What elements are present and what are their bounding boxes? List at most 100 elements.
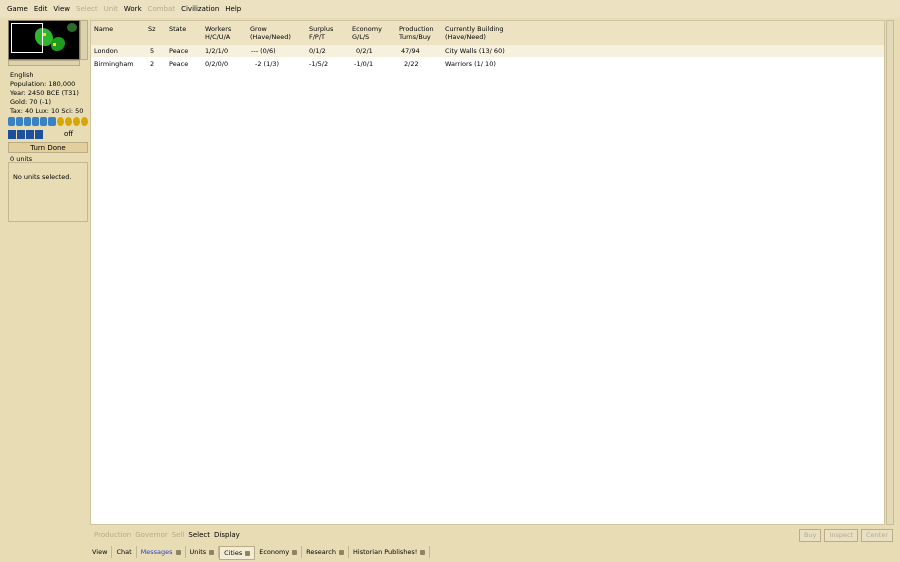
menu-help[interactable]: Help bbox=[222, 5, 244, 13]
cell-economy: 0/2/1 bbox=[356, 47, 373, 55]
governor-button[interactable]: Governor bbox=[135, 531, 168, 539]
menu-civilization[interactable]: Civilization bbox=[178, 5, 222, 13]
menu-select[interactable]: Select bbox=[73, 5, 101, 13]
population-label: Population: 180,000 bbox=[10, 80, 76, 88]
lux-rate-icon[interactable] bbox=[72, 117, 80, 126]
close-tab-icon[interactable] bbox=[175, 549, 181, 555]
column-header-economy[interactable]: Economy G/L/S bbox=[352, 25, 382, 41]
cell-economy: -1/0/1 bbox=[354, 60, 374, 68]
lux-rate-icon[interactable] bbox=[56, 117, 64, 126]
cell-state: Peace bbox=[169, 47, 189, 55]
cell-building: City Walls (13/ 60) bbox=[445, 47, 505, 55]
cell-state: Peace bbox=[169, 60, 189, 68]
table-header: Name Sz State Workers H/C/U/A Grow (Have/N… bbox=[91, 21, 884, 45]
gold-label: Gold: 70 (-1) bbox=[10, 98, 52, 106]
lux-rate-icon[interactable] bbox=[80, 117, 88, 126]
table-row[interactable]: London 5 Peace 1/2/1/0 --- (0/6) 0/1/2 0… bbox=[91, 45, 884, 57]
research-icon[interactable] bbox=[8, 117, 16, 126]
close-tab-icon[interactable] bbox=[245, 550, 251, 556]
minimap-panel bbox=[8, 20, 88, 66]
cell-grow: --- (0/6) bbox=[251, 47, 276, 55]
menu-view[interactable]: View bbox=[50, 5, 73, 13]
tab-messages[interactable]: Messages bbox=[137, 546, 186, 558]
warming-icon bbox=[17, 129, 25, 139]
timeout-label: off bbox=[64, 130, 74, 138]
column-header-size[interactable]: Sz bbox=[148, 25, 156, 33]
inspect-button[interactable]: Inspect bbox=[824, 529, 859, 542]
cell-building: Warriors (1/ 10) bbox=[445, 60, 496, 68]
tab-units[interactable]: Units bbox=[186, 546, 220, 558]
units-panel: No units selected. bbox=[8, 162, 88, 222]
turn-done-button[interactable]: Turn Done bbox=[8, 142, 88, 153]
nation-label: English bbox=[10, 71, 34, 79]
table-vertical-scrollbar[interactable] bbox=[886, 20, 894, 525]
indicator-icons bbox=[8, 117, 88, 127]
tab-cities[interactable]: Cities bbox=[219, 546, 256, 560]
science-rate-icon[interactable] bbox=[48, 117, 56, 126]
production-button[interactable]: Production bbox=[94, 531, 131, 539]
bottom-tab-bar: View Chat Messages Units Cities Economy … bbox=[88, 546, 431, 560]
center-button[interactable]: Center bbox=[861, 529, 893, 542]
column-header-workers[interactable]: Workers H/C/U/A bbox=[205, 25, 231, 41]
menu-unit[interactable]: Unit bbox=[101, 5, 121, 13]
menu-combat[interactable]: Combat bbox=[145, 5, 178, 13]
column-header-state[interactable]: State bbox=[169, 25, 186, 33]
menu-game[interactable]: Game bbox=[4, 5, 31, 13]
cell-surplus: -1/5/2 bbox=[309, 60, 329, 68]
minimap[interactable] bbox=[8, 20, 80, 60]
select-button[interactable]: Select bbox=[188, 531, 210, 539]
cell-name: Birmingham bbox=[94, 60, 134, 68]
tax-rate-icon[interactable] bbox=[40, 117, 48, 126]
tax-rate-icon[interactable] bbox=[24, 117, 32, 126]
sell-button[interactable]: Sell bbox=[172, 531, 185, 539]
civ-info: English Population: 180,000 Year: 2450 B… bbox=[10, 71, 88, 116]
close-tab-icon[interactable] bbox=[420, 549, 426, 555]
tax-rate-icon[interactable] bbox=[32, 117, 40, 126]
column-header-name[interactable]: Name bbox=[94, 25, 113, 33]
minimap-vertical-scrollbar[interactable] bbox=[80, 20, 88, 60]
government-icon bbox=[35, 129, 43, 139]
status-icons: off bbox=[8, 129, 88, 139]
cities-report: Name Sz State Workers H/C/U/A Grow (Have/N… bbox=[90, 20, 885, 525]
tab-research[interactable]: Research bbox=[302, 546, 349, 558]
report-command-bar: Production Governor Sell Select Display … bbox=[90, 527, 895, 543]
column-header-production[interactable]: Production Turns/Buy bbox=[399, 25, 434, 41]
cell-size: 2 bbox=[150, 60, 155, 68]
close-tab-icon[interactable] bbox=[339, 549, 344, 555]
tab-economy[interactable]: Economy bbox=[255, 546, 303, 558]
minimap-city-marker bbox=[43, 33, 46, 36]
minimap-land bbox=[67, 23, 77, 32]
tab-view[interactable]: View bbox=[88, 546, 113, 558]
column-header-grow[interactable]: Grow (Have/Need) bbox=[250, 25, 291, 41]
sidebar: English Population: 180,000 Year: 2450 B… bbox=[6, 19, 88, 539]
minimap-city-marker bbox=[53, 43, 56, 46]
rates-label: Tax: 40 Lux: 10 Sci: 50 bbox=[10, 107, 84, 115]
cell-production: 2/22 bbox=[404, 60, 419, 68]
lux-rate-icon[interactable] bbox=[64, 117, 72, 126]
menu-bar: Game Edit View Select Unit Work Combat C… bbox=[0, 0, 900, 18]
bulb-icon bbox=[8, 129, 16, 139]
menu-work[interactable]: Work bbox=[121, 5, 145, 13]
nuclear-winter-icon bbox=[26, 129, 34, 139]
tax-rate-icon[interactable] bbox=[16, 117, 24, 126]
column-header-surplus[interactable]: Surplus F/P/T bbox=[309, 25, 333, 41]
minimap-viewport[interactable] bbox=[11, 23, 43, 53]
cell-workers: 1/2/1/0 bbox=[205, 47, 229, 55]
close-tab-icon[interactable] bbox=[209, 549, 215, 555]
menu-edit[interactable]: Edit bbox=[31, 5, 51, 13]
year-label: Year: 2450 BCE (T31) bbox=[10, 89, 79, 97]
close-tab-icon[interactable] bbox=[292, 549, 298, 555]
cell-surplus: 0/1/2 bbox=[309, 47, 326, 55]
display-button[interactable]: Display bbox=[214, 531, 240, 539]
column-header-building[interactable]: Currently Building (Have/Need) bbox=[445, 25, 504, 41]
action-buttons: Buy Inspect Center bbox=[799, 529, 893, 542]
buy-button[interactable]: Buy bbox=[799, 529, 822, 542]
cell-production: 47/94 bbox=[401, 47, 420, 55]
tab-chat[interactable]: Chat bbox=[112, 546, 137, 558]
cell-size: 5 bbox=[150, 47, 155, 55]
tab-historian[interactable]: Historian Publishes! bbox=[349, 546, 431, 558]
no-units-text: No units selected. bbox=[13, 173, 72, 181]
table-row[interactable]: Birmingham 2 Peace 0/2/0/0 -2 (1/3) -1/5… bbox=[91, 58, 884, 70]
cell-grow: -2 (1/3) bbox=[255, 60, 280, 68]
minimap-horizontal-scrollbar[interactable] bbox=[8, 60, 80, 66]
